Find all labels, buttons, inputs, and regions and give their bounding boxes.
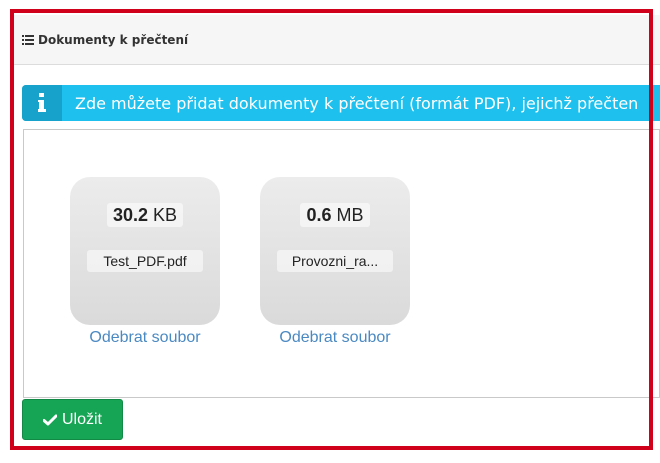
file-name: Test_PDF.pdf: [87, 250, 203, 272]
file-card: 0.6 MB Provozni_ra... Odebrat soubor: [260, 177, 410, 347]
panel-title-text: Dokumenty k přečtení: [38, 33, 189, 47]
list-icon: [22, 35, 34, 45]
info-banner-text: Zde můžete přidat dokumenty k přečtení (…: [75, 93, 639, 113]
file-size-unit: KB: [153, 205, 178, 225]
info-banner: Zde můžete přidat dokumenty k přečtení (…: [22, 85, 660, 121]
save-button[interactable]: Uložit: [22, 399, 123, 440]
file-size-value: 30.2: [112, 205, 148, 225]
file-dropzone[interactable]: 30.2 KB Test_PDF.pdf Odebrat soubor 0.6 …: [23, 129, 660, 398]
file-card: 30.2 KB Test_PDF.pdf Odebrat soubor: [70, 177, 220, 347]
panel-title: Dokumenty k přečtení: [22, 33, 188, 47]
file-size-unit: MB: [336, 205, 364, 225]
check-icon: [42, 414, 57, 425]
remove-file-link[interactable]: Odebrat soubor: [260, 329, 410, 347]
remove-file-link[interactable]: Odebrat soubor: [70, 329, 220, 347]
save-button-label: Uložit: [61, 410, 102, 428]
file-size: 30.2 KB: [70, 203, 220, 227]
file-size: 0.6 MB: [260, 203, 410, 227]
file-name: Provozni_ra...: [277, 250, 393, 272]
file-size-value: 0.6: [306, 205, 332, 225]
info-icon: [22, 85, 62, 121]
